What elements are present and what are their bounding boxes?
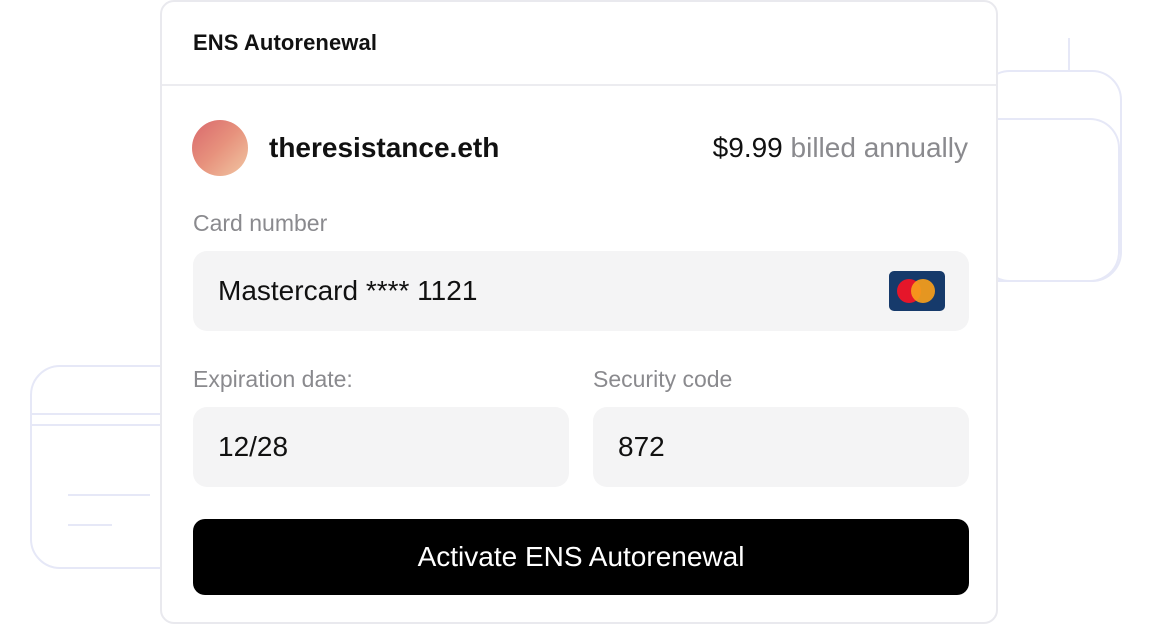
- page: ENS Autorenewal theresistance.eth $9.99 …: [0, 0, 1160, 626]
- decorative-line: [68, 524, 112, 526]
- decorative-line: [30, 413, 170, 415]
- price-amount: $9.99: [712, 132, 783, 163]
- expiration-date-value: 12/28: [218, 431, 289, 462]
- decorative-card-outline: [980, 118, 1120, 282]
- expiration-date-label: Expiration date:: [193, 366, 353, 392]
- decorative-line: [30, 424, 170, 426]
- activate-autorenewal-button[interactable]: Activate ENS Autorenewal: [193, 519, 969, 595]
- domain-name: theresistance.eth: [269, 132, 500, 163]
- security-code-field[interactable]: 872: [593, 407, 969, 487]
- decorative-line: [1068, 38, 1070, 72]
- panel-header: ENS Autorenewal: [162, 2, 996, 86]
- card-number-field[interactable]: Mastercard **** 1121: [193, 251, 969, 331]
- domain-row: theresistance.eth $9.99 billed annually: [192, 118, 968, 178]
- autorenewal-panel: ENS Autorenewal theresistance.eth $9.99 …: [160, 0, 998, 624]
- security-code-value: 872: [618, 431, 665, 462]
- price-text: $9.99 billed annually: [713, 132, 968, 164]
- billing-period: billed annually: [790, 132, 968, 163]
- mastercard-orange-circle: [911, 279, 935, 303]
- decorative-line: [68, 494, 150, 496]
- security-code-label: Security code: [593, 366, 733, 392]
- mastercard-icon: [889, 271, 945, 311]
- card-number-value: Mastercard **** 1121: [218, 275, 478, 306]
- panel-title: ENS Autorenewal: [193, 30, 378, 55]
- avatar: [192, 120, 248, 176]
- card-number-label: Card number: [193, 210, 328, 236]
- expiration-date-field[interactable]: 12/28: [193, 407, 569, 487]
